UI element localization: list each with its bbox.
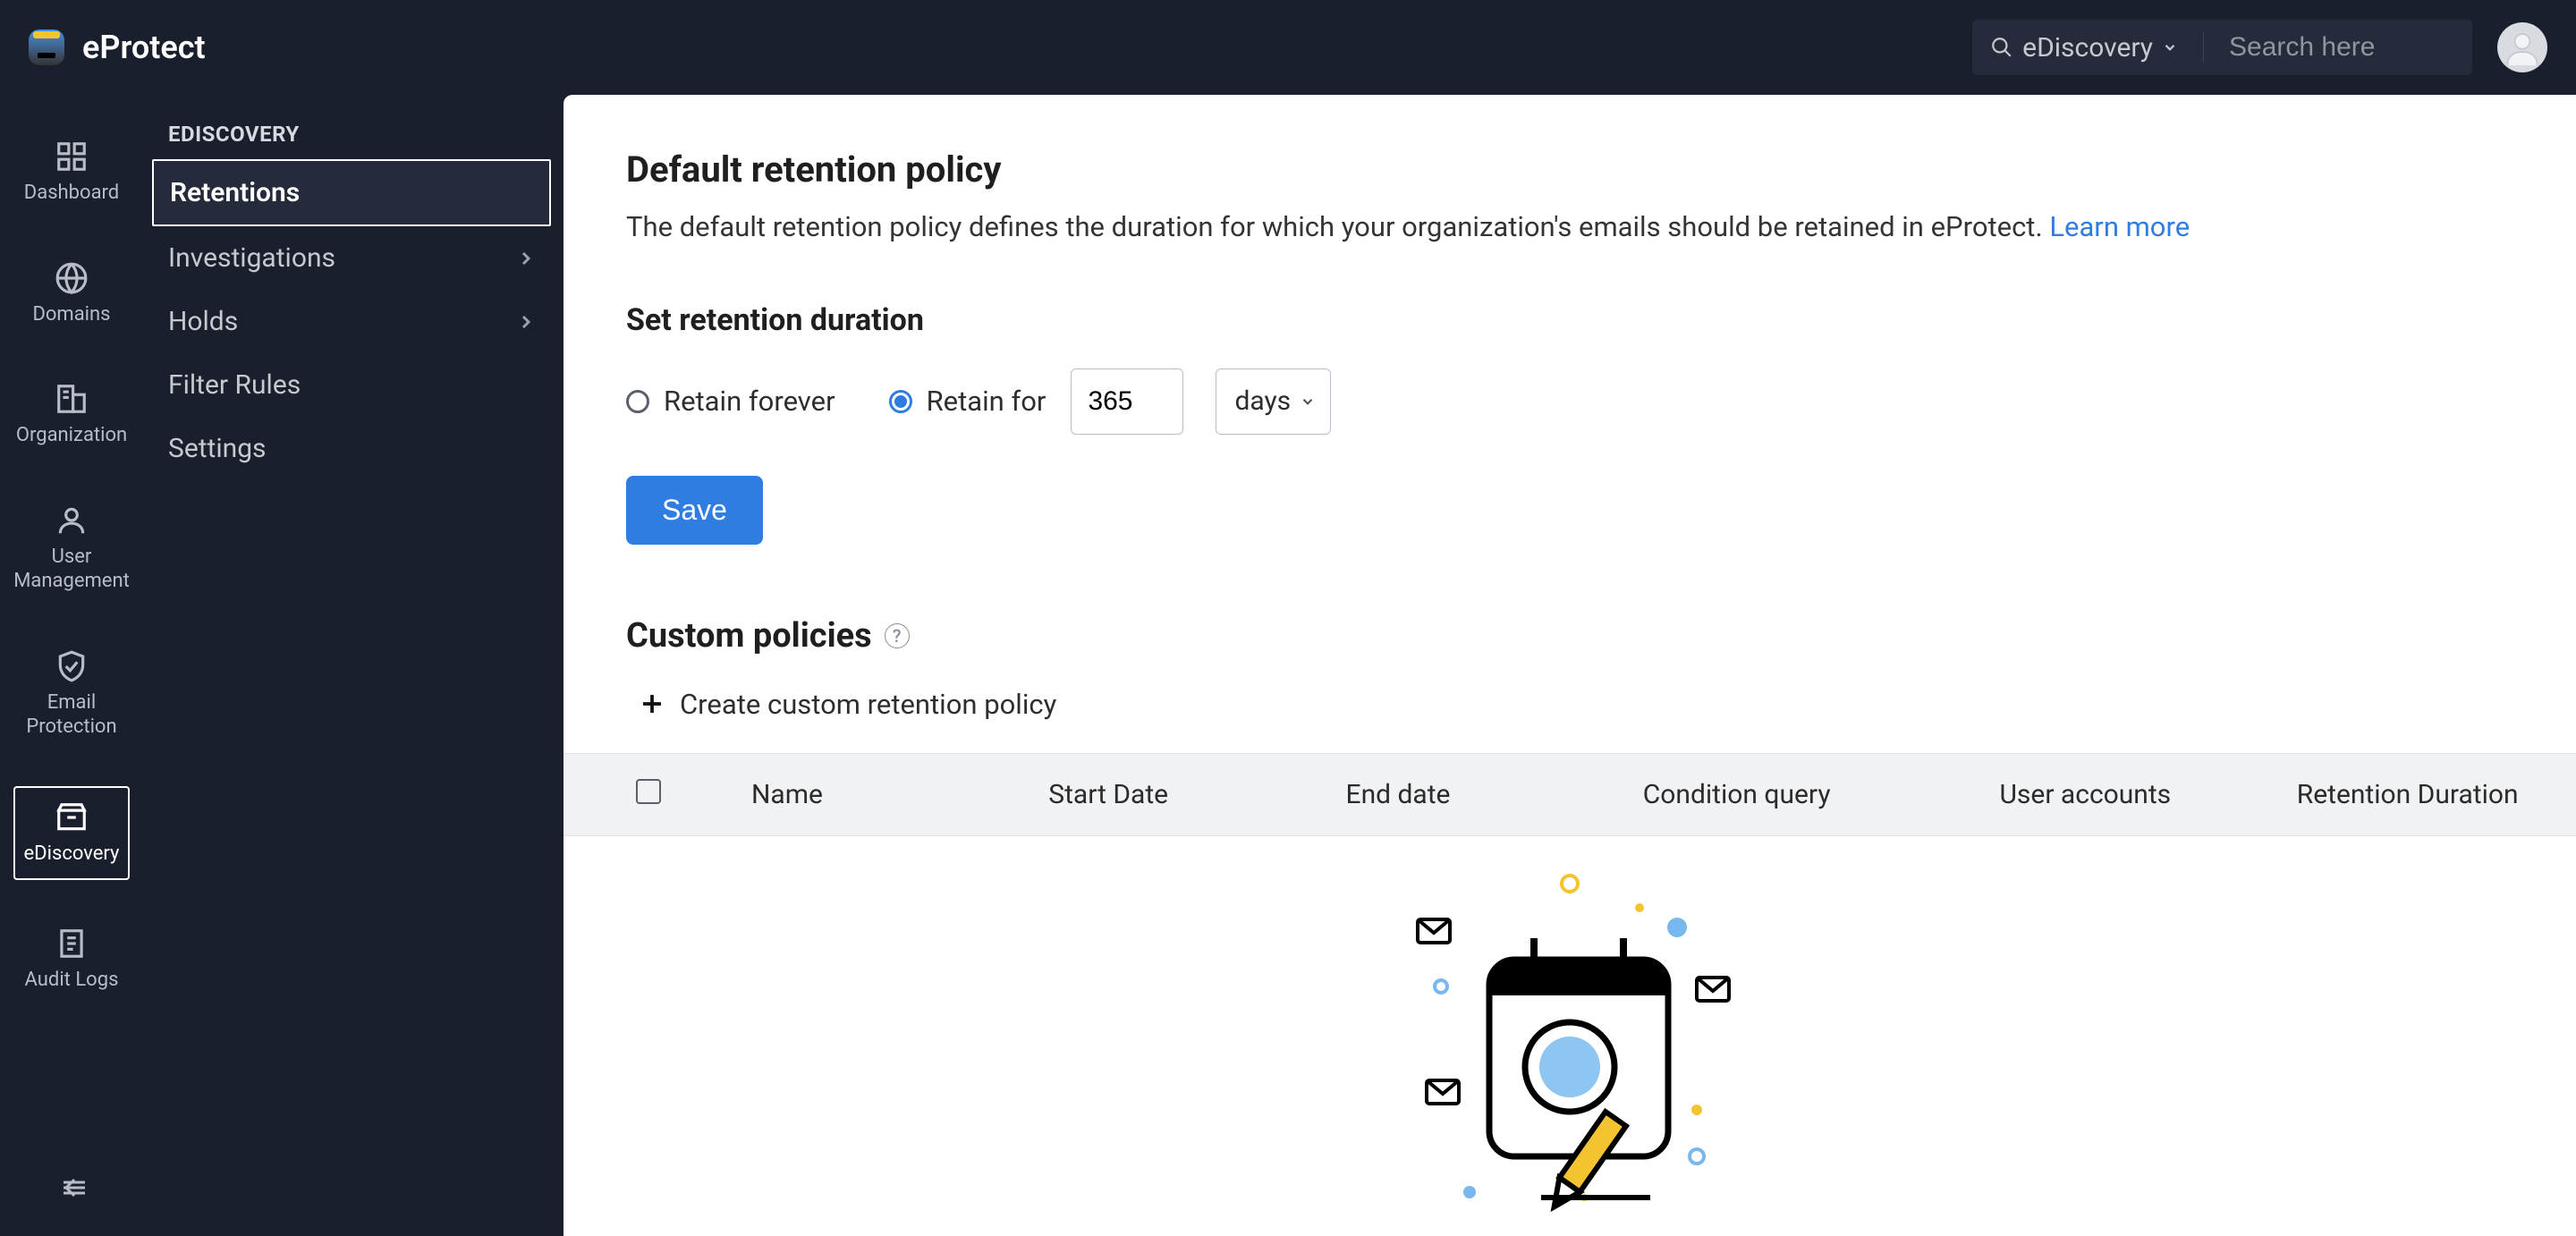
iconbar-label: Domains — [32, 302, 110, 327]
chevron-down-icon — [2162, 39, 2178, 55]
radio-icon — [889, 390, 912, 413]
shield-icon — [55, 649, 89, 683]
building-icon — [55, 382, 89, 416]
collapse-sidebar-button[interactable] — [0, 1172, 143, 1204]
select-all-cell — [564, 779, 733, 810]
empty-state-illustration — [564, 836, 2576, 1219]
clipboard-icon — [55, 927, 89, 961]
search-scope-label: eDiscovery — [2022, 32, 2153, 63]
col-start-date: Start Date — [1030, 779, 1327, 810]
retention-radio-group: Retain forever Retain for days — [626, 368, 2513, 435]
iconbar-item-ediscovery[interactable]: eDiscovery — [13, 786, 131, 881]
create-policy-button[interactable]: Create custom retention policy — [626, 688, 2513, 721]
brand: eProtect — [29, 29, 206, 66]
subnav-item-label: Filter Rules — [168, 369, 301, 401]
brand-logo-icon — [29, 30, 64, 65]
topbar: eProtect eDiscovery — [0, 0, 2576, 95]
collapse-icon — [55, 1172, 88, 1204]
iconbar-label: eDiscovery — [24, 842, 120, 867]
subnav-item-label: Holds — [168, 306, 238, 337]
description-text: The default retention policy defines the… — [626, 210, 2049, 243]
iconbar-item-email-protection[interactable]: Email Protection — [21, 640, 122, 749]
table-header: Name Start Date End date Condition query… — [564, 753, 2576, 836]
iconbar-item-user-management[interactable]: User Management — [8, 495, 135, 603]
brand-name: eProtect — [82, 29, 206, 66]
chevron-down-icon — [1300, 394, 1316, 410]
page-title: Default retention policy — [626, 148, 2513, 190]
retention-value-input[interactable] — [1071, 368, 1183, 435]
grid-icon — [55, 140, 89, 174]
topbar-right: eDiscovery — [1972, 20, 2547, 75]
subnav-item-holds[interactable]: Holds — [143, 290, 564, 353]
iconbar-label: Dashboard — [24, 181, 119, 206]
unit-label: days — [1234, 385, 1291, 417]
custom-policies-heading: Custom policies ? — [626, 616, 2513, 656]
search-input[interactable] — [2204, 32, 2454, 63]
content: Default retention policy The default ret… — [564, 95, 2576, 1236]
save-button[interactable]: Save — [626, 476, 763, 545]
radio-label: Retain for — [927, 385, 1046, 418]
select-all-checkbox[interactable] — [636, 779, 661, 804]
retain-forever-radio[interactable]: Retain forever — [626, 385, 835, 418]
subnav-item-settings[interactable]: Settings — [143, 417, 564, 480]
iconbar-label: Audit Logs — [25, 968, 119, 993]
iconbar-item-organization[interactable]: Organization — [11, 373, 132, 457]
subnav: EDISCOVERY Retentions Investigations Hol… — [143, 95, 564, 1236]
archive-icon — [55, 800, 89, 834]
col-end-date: End date — [1328, 779, 1625, 810]
col-name: Name — [733, 779, 1030, 810]
policies-table: Name Start Date End date Condition query… — [564, 753, 2576, 1219]
learn-more-link[interactable]: Learn more — [2049, 210, 2190, 243]
subnav-item-label: Investigations — [168, 242, 335, 274]
user-icon — [2504, 30, 2540, 65]
subnav-item-label: Retentions — [170, 177, 300, 208]
search-scope-dropdown[interactable]: eDiscovery — [1990, 32, 2204, 63]
subnav-item-filter-rules[interactable]: Filter Rules — [143, 353, 564, 417]
col-condition-query: Condition query — [1625, 779, 1982, 810]
set-duration-heading: Set retention duration — [626, 302, 2513, 338]
iconbar-item-dashboard[interactable]: Dashboard — [19, 131, 124, 215]
iconbar-label: Organization — [16, 423, 127, 448]
globe-icon — [55, 261, 89, 295]
radio-label: Retain forever — [664, 385, 835, 418]
iconbar-item-audit-logs[interactable]: Audit Logs — [20, 918, 124, 1002]
retention-unit-select[interactable]: days — [1216, 368, 1331, 435]
col-retention-duration: Retention Duration — [2279, 779, 2576, 810]
help-icon[interactable]: ? — [885, 623, 910, 648]
retain-for-radio[interactable]: Retain for days — [889, 368, 1332, 435]
search-area[interactable]: eDiscovery — [1972, 20, 2472, 75]
subnav-title: EDISCOVERY — [143, 122, 564, 159]
chevron-right-icon — [515, 248, 537, 269]
layout: Dashboard Domains Organization User Mana… — [0, 95, 2576, 1236]
plus-icon — [639, 690, 665, 717]
iconbar-item-domains[interactable]: Domains — [27, 252, 115, 336]
custom-policies-title: Custom policies — [626, 616, 872, 656]
create-policy-label: Create custom retention policy — [680, 688, 1056, 721]
col-user-accounts: User accounts — [1981, 779, 2278, 810]
page-description: The default retention policy defines the… — [626, 207, 2513, 249]
subnav-item-retentions[interactable]: Retentions — [152, 159, 551, 226]
iconbar-label: User Management — [13, 545, 130, 594]
avatar[interactable] — [2497, 22, 2547, 72]
chevron-right-icon — [515, 311, 537, 333]
radio-icon — [626, 390, 649, 413]
empty-calendar-search-icon — [1382, 861, 1758, 1219]
user-icon — [55, 504, 89, 538]
subnav-item-label: Settings — [168, 433, 267, 464]
subnav-item-investigations[interactable]: Investigations — [143, 226, 564, 290]
iconbar-label: Email Protection — [26, 690, 116, 740]
search-icon — [1990, 36, 2013, 59]
iconbar: Dashboard Domains Organization User Mana… — [0, 95, 143, 1236]
